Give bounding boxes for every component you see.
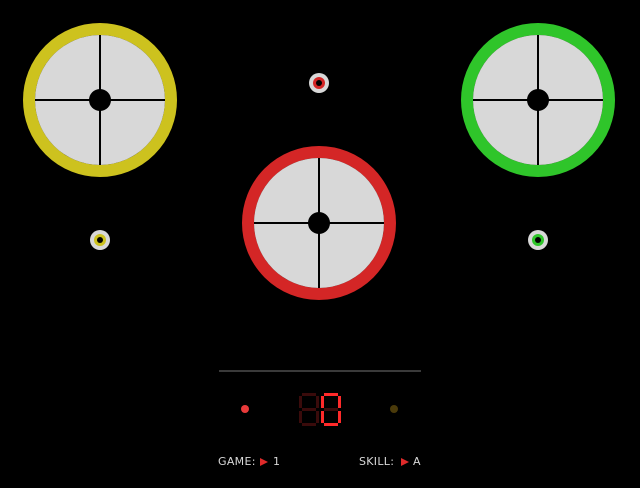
game-board (23, 23, 615, 426)
skill-label: SKILL: (359, 455, 395, 468)
pad-red[interactable] (242, 146, 396, 300)
skill-select-arrow-icon[interactable] (401, 458, 409, 466)
status-light-right (390, 405, 398, 413)
status-light-left (241, 405, 249, 413)
pad-center-dot (308, 212, 330, 234)
score-digit-right (321, 393, 341, 426)
game-select-arrow-icon[interactable] (260, 458, 268, 466)
indicator-red (309, 73, 329, 93)
indicator-yellow (90, 230, 110, 250)
indicator-green (528, 230, 548, 250)
game-value[interactable]: 1 (273, 455, 280, 468)
pad-center-dot (89, 89, 111, 111)
score-digit-left (299, 393, 319, 426)
skill-value[interactable]: A (413, 455, 421, 468)
pad-center-dot (527, 89, 549, 111)
game-label: GAME: (218, 455, 256, 468)
pad-yellow[interactable] (23, 23, 177, 177)
pad-green[interactable] (461, 23, 615, 177)
